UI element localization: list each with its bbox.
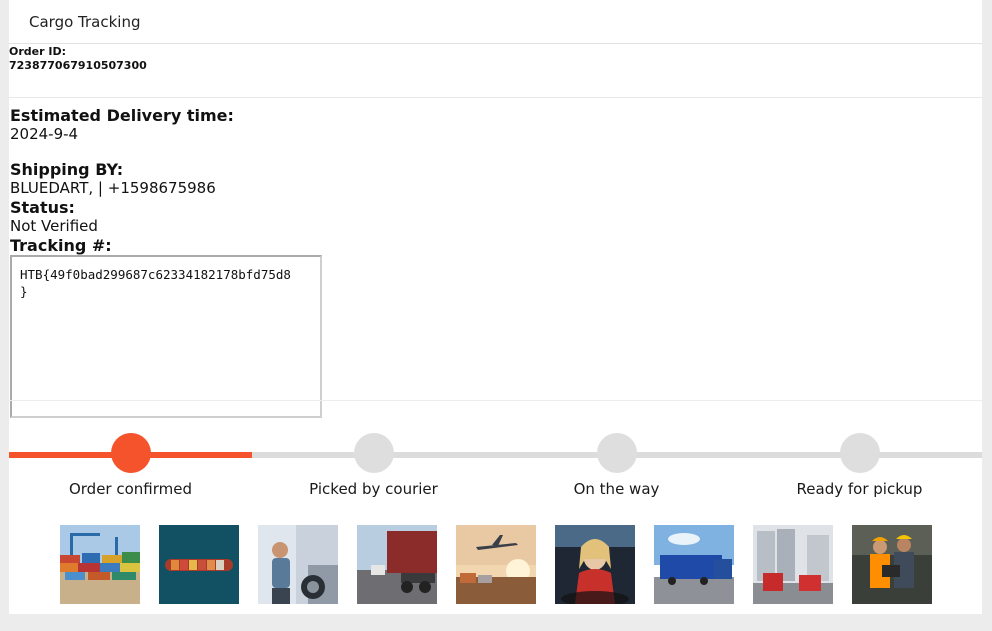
step-dot — [353, 433, 394, 473]
step-dot — [110, 433, 151, 473]
truck-driver-image — [258, 525, 338, 604]
delivery-time-label: Estimated Delivery time: — [10, 106, 234, 125]
shipment-details: Estimated Delivery time: 2024-9-4 Shippi… — [9, 98, 982, 418]
step-on-the-way: On the way — [495, 433, 738, 498]
woman-driver-image — [555, 525, 635, 604]
shipping-by-label: Shipping BY: — [10, 160, 124, 179]
step-label: Ready for pickup — [796, 480, 923, 498]
step-dot — [596, 433, 637, 473]
delivery-time-value: 2024-9-4 — [10, 125, 79, 143]
step-label: Order confirmed — [68, 480, 193, 498]
step-picked-by-courier: Picked by courier — [252, 433, 495, 498]
step-label: On the way — [573, 480, 660, 498]
status-value: Not Verified — [10, 217, 98, 235]
progress-tracker: Order confirmed Picked by courier On the… — [9, 433, 982, 503]
shipping-by-value: BLUEDART, | +1598675986 — [10, 179, 216, 197]
step-order-confirmed: Order confirmed — [9, 433, 252, 498]
page-title: Cargo Tracking — [29, 12, 141, 31]
airplane-cargo-image — [456, 525, 536, 604]
tracking-card: Cargo Tracking Order ID: 723877067910507… — [9, 0, 982, 614]
container-port-image — [60, 525, 140, 604]
tracking-number-label: Tracking #: — [10, 236, 112, 255]
order-section: Order ID: 723877067910507300 — [9, 44, 982, 98]
order-id-label: Order ID: — [9, 45, 66, 58]
divider — [9, 400, 982, 401]
tracking-number-field[interactable]: HTB{49f0bad299687c62334182178bfd75d8 } — [10, 255, 322, 418]
blue-trucks-image — [654, 525, 734, 604]
order-id-value: 723877067910507300 — [9, 59, 147, 72]
red-truck-silo-image — [753, 525, 833, 604]
step-dot — [839, 433, 880, 473]
warehouse-workers-image — [852, 525, 932, 604]
cargo-ship-aerial-image — [159, 525, 239, 604]
step-label: Picked by courier — [309, 480, 438, 498]
status-label: Status: — [10, 198, 75, 217]
truck-highway-image — [357, 525, 437, 604]
step-ready-for-pickup: Ready for pickup — [738, 433, 981, 498]
header: Cargo Tracking — [9, 0, 982, 44]
